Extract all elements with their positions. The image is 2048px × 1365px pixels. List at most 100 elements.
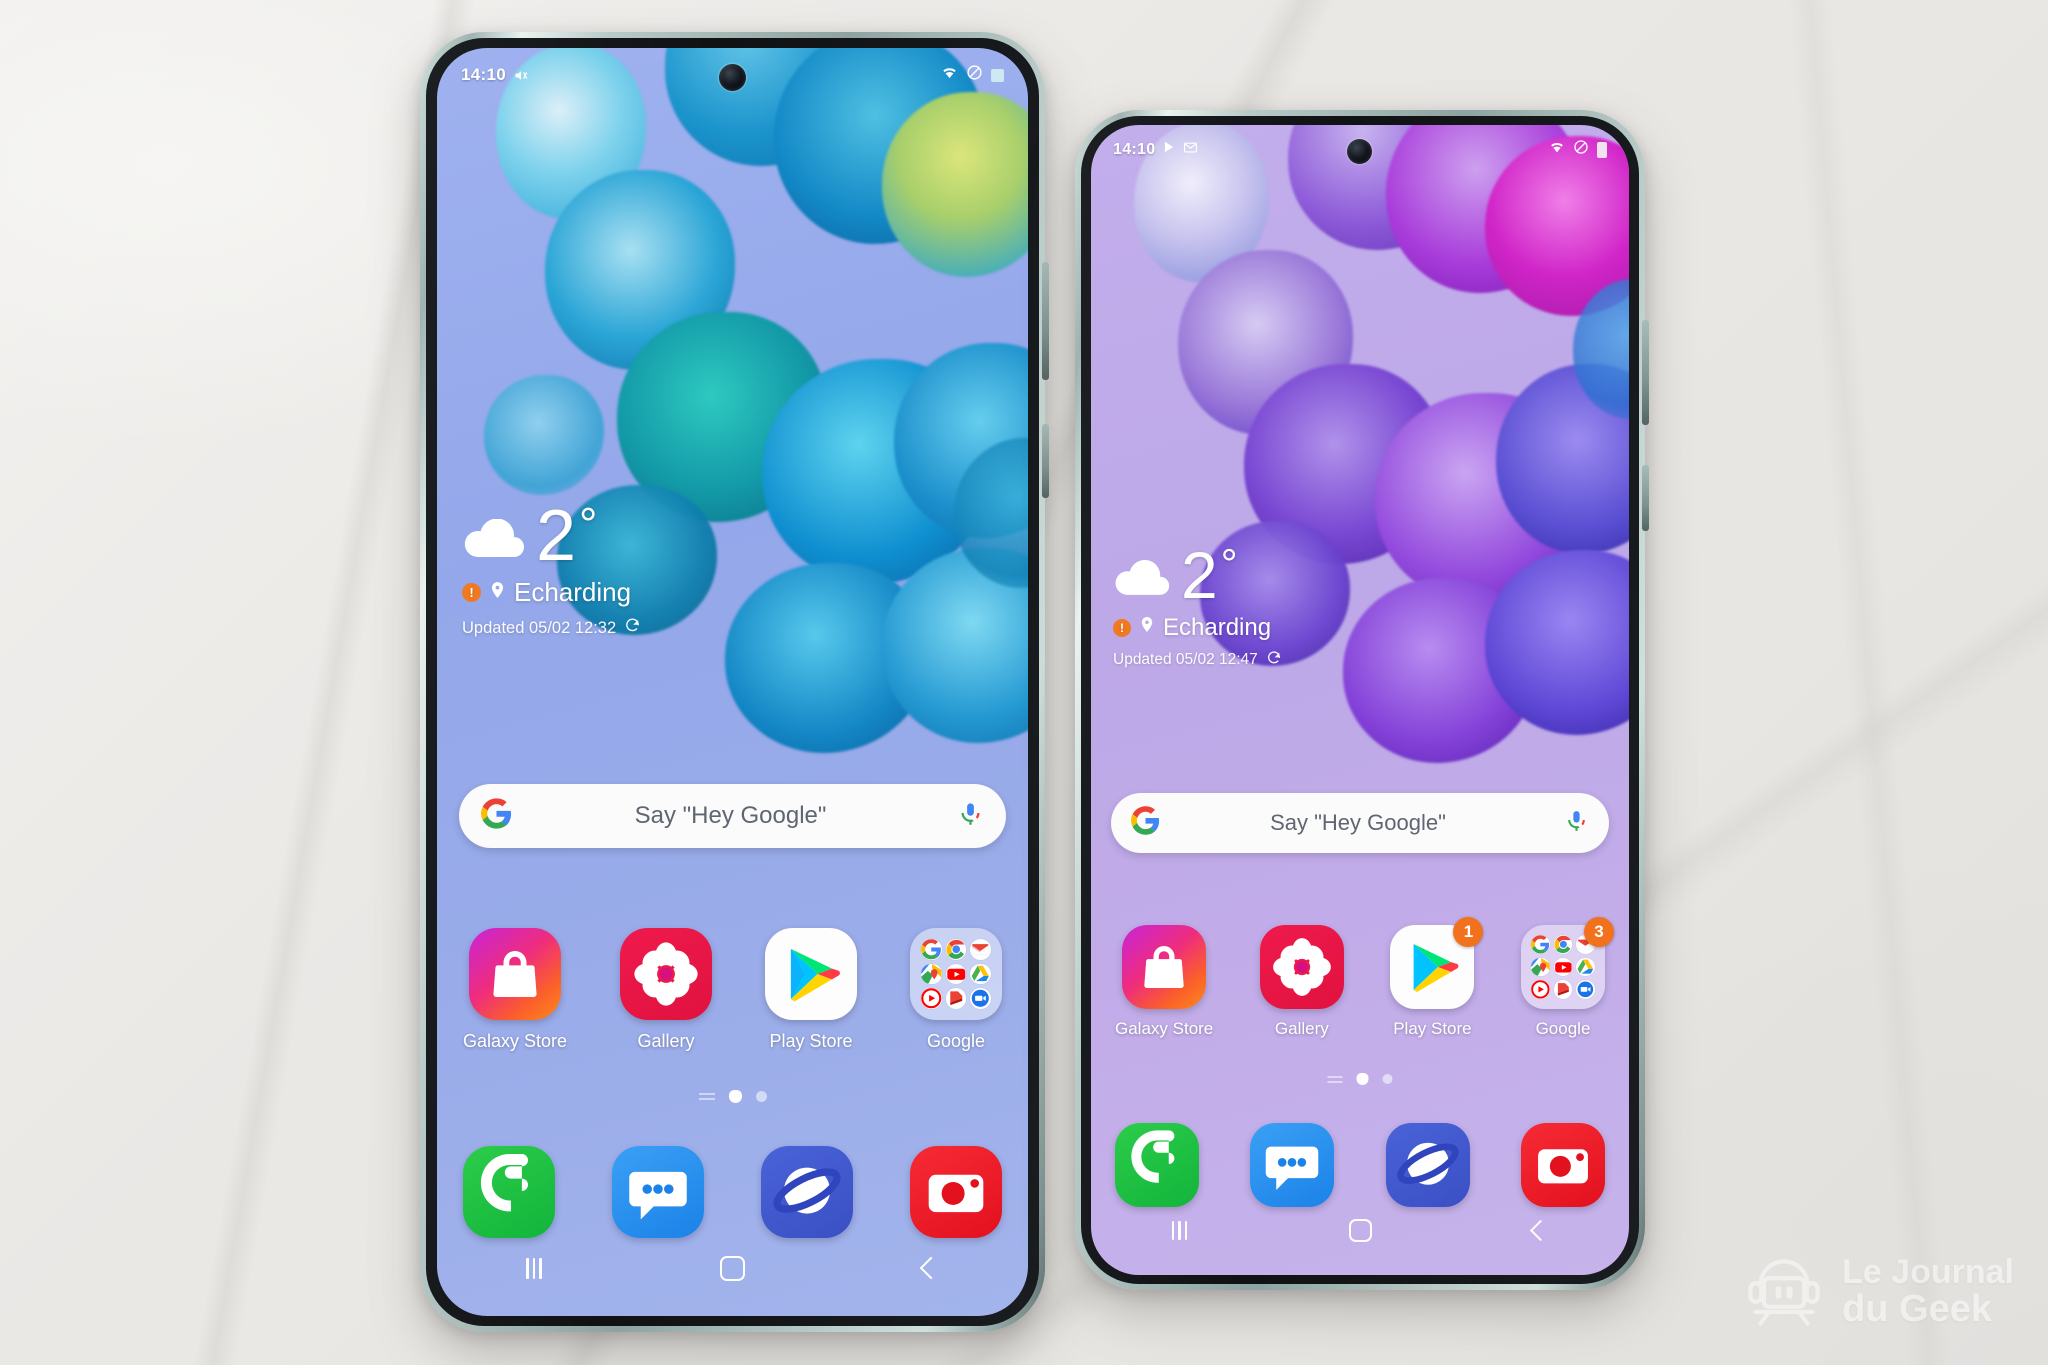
phone-right-google-search-bar[interactable]: Say "Hey Google" xyxy=(1111,793,1609,853)
microphone-icon[interactable] xyxy=(1564,808,1589,838)
phone-left-nav-bar xyxy=(437,1248,1028,1288)
back-icon[interactable] xyxy=(1530,1219,1552,1241)
mini-play-movies-icon xyxy=(945,988,967,1009)
folder-app-grid xyxy=(1531,935,1595,999)
phone-right-weather-widget[interactable]: 2 ° ! Echarding Updated 05/02 12:47 xyxy=(1113,538,1282,671)
weather-updated-label: Updated 05/02 12:47 xyxy=(1113,651,1258,669)
phone-left-power-button[interactable] xyxy=(1042,424,1049,498)
phone-right-dock xyxy=(1115,1123,1605,1207)
mini-youtube-icon xyxy=(1553,957,1573,977)
google-folder-badge: 3 xyxy=(1584,917,1614,947)
mini-chrome-icon xyxy=(945,939,967,960)
google-g-icon[interactable] xyxy=(1131,806,1160,840)
app-galaxy-store[interactable]: Galaxy Store xyxy=(463,928,567,1052)
refresh-icon[interactable] xyxy=(624,617,641,639)
search-placeholder: Say "Hey Google" xyxy=(634,802,827,829)
phone-right-front-camera xyxy=(1347,139,1372,164)
battery-icon xyxy=(1597,141,1607,158)
weather-degree-symbol: ° xyxy=(1220,540,1238,587)
phone-right-nav-bar xyxy=(1091,1211,1629,1249)
status-time: 14:10 xyxy=(461,65,506,84)
phone-icon[interactable] xyxy=(1115,1123,1199,1207)
weather-updated-label: Updated 05/02 12:32 xyxy=(462,618,617,637)
galaxy-store-icon[interactable] xyxy=(1122,925,1207,1009)
messages-icon[interactable] xyxy=(1250,1123,1335,1207)
page-dot-2[interactable] xyxy=(755,1091,767,1102)
mini-duo-icon xyxy=(970,988,991,1009)
battery-icon xyxy=(991,68,1004,82)
mini-chrome-icon xyxy=(1553,935,1573,954)
phone-icon[interactable] xyxy=(463,1146,555,1238)
messages-icon[interactable] xyxy=(612,1146,704,1238)
recents-icon[interactable] xyxy=(526,1257,542,1279)
phone-left-front-camera xyxy=(718,64,746,91)
mini-youtube-music-icon xyxy=(1531,980,1550,999)
internet-browser-icon[interactable] xyxy=(1385,1123,1470,1207)
google-g-icon[interactable] xyxy=(481,798,512,834)
mini-maps-icon xyxy=(921,963,942,985)
app-google-folder[interactable]: 3 Google xyxy=(1521,917,1614,1039)
watermark: Le Journal du Geek xyxy=(1742,1248,2014,1337)
gmail-icon xyxy=(1183,140,1198,160)
cloud-icon xyxy=(462,518,526,564)
search-placeholder: Say "Hey Google" xyxy=(1270,810,1446,835)
phone-left: 14:10 2 ° ! Echarding Updated 05/02 12:3… xyxy=(420,32,1049,1332)
camera-icon[interactable] xyxy=(1520,1123,1605,1207)
status-time: 14:10 xyxy=(1113,140,1156,158)
cloud-icon xyxy=(1113,559,1171,602)
app-label: Galaxy Store xyxy=(463,1031,568,1051)
wifi-icon xyxy=(1549,139,1565,160)
phone-left-app-row: Galaxy Store Gallery Play Store Google xyxy=(463,928,1002,1052)
wifi-icon xyxy=(941,64,958,86)
phone-right: 14:10 2 ° ! Echarding Updated 05/02 12:4… xyxy=(1075,110,1649,1290)
app-gallery[interactable]: Gallery xyxy=(620,928,713,1052)
google-folder-icon[interactable] xyxy=(910,928,1002,1020)
page-dot-apps[interactable] xyxy=(1327,1075,1343,1083)
refresh-icon[interactable] xyxy=(1266,650,1282,671)
play-store-icon[interactable]: 1 xyxy=(1390,917,1484,1009)
weather-location: Echarding xyxy=(1163,613,1272,641)
mini-youtube-music-icon xyxy=(921,988,942,1009)
home-icon[interactable] xyxy=(1348,1218,1372,1242)
page-dot-home[interactable] xyxy=(728,1090,742,1103)
galaxy-store-icon[interactable] xyxy=(469,928,562,1020)
app-play-store[interactable]: Play Store xyxy=(765,928,858,1052)
internet-browser-icon[interactable] xyxy=(761,1146,853,1238)
recents-icon[interactable] xyxy=(1171,1220,1188,1240)
app-play-store[interactable]: 1 Play Store xyxy=(1390,917,1484,1039)
gallery-icon[interactable] xyxy=(1259,925,1344,1009)
phone-right-volume-button[interactable] xyxy=(1642,320,1649,425)
page-dot-apps[interactable] xyxy=(698,1093,715,1100)
location-pin-icon xyxy=(488,577,507,608)
home-icon[interactable] xyxy=(719,1255,745,1281)
page-dot-2[interactable] xyxy=(1382,1074,1393,1084)
weather-temperature: 2 xyxy=(536,496,576,576)
play-store-icon xyxy=(1162,140,1176,159)
phone-left-screen[interactable]: 14:10 2 ° ! Echarding Updated 05/02 12:3… xyxy=(437,48,1028,1316)
app-google-folder[interactable]: Google xyxy=(910,928,1002,1052)
phone-left-weather-widget[interactable]: 2 ° ! Echarding Updated 05/02 12:32 xyxy=(462,496,641,639)
phone-left-volume-button[interactable] xyxy=(1042,262,1049,380)
mini-duo-icon xyxy=(1576,980,1595,999)
weather-degree-symbol: ° xyxy=(579,498,597,550)
phone-left-page-indicator[interactable] xyxy=(698,1090,767,1103)
gallery-icon[interactable] xyxy=(620,928,713,1020)
app-label: Google xyxy=(926,1031,986,1051)
google-folder-icon[interactable]: 3 xyxy=(1521,917,1614,1009)
weather-temperature: 2 xyxy=(1181,538,1218,612)
page-dot-home[interactable] xyxy=(1356,1073,1369,1085)
wallpaper-flower-cluster xyxy=(1134,125,1629,792)
microphone-icon[interactable] xyxy=(957,800,984,832)
phone-right-page-indicator[interactable] xyxy=(1327,1073,1393,1085)
app-galaxy-store[interactable]: Galaxy Store xyxy=(1115,925,1213,1039)
alert-circle-icon: ! xyxy=(1113,618,1131,637)
back-icon[interactable] xyxy=(919,1256,943,1280)
app-label: Play Store xyxy=(1393,1019,1472,1038)
phone-right-power-button[interactable] xyxy=(1642,465,1649,531)
play-store-icon[interactable] xyxy=(765,928,858,1020)
watermark-line-2: du Geek xyxy=(1842,1288,1993,1331)
camera-icon[interactable] xyxy=(910,1146,1002,1238)
app-gallery[interactable]: Gallery xyxy=(1259,925,1344,1039)
phone-left-google-search-bar[interactable]: Say "Hey Google" xyxy=(459,784,1006,848)
phone-right-screen[interactable]: 14:10 2 ° ! Echarding Updated 05/02 12:4… xyxy=(1091,125,1629,1275)
